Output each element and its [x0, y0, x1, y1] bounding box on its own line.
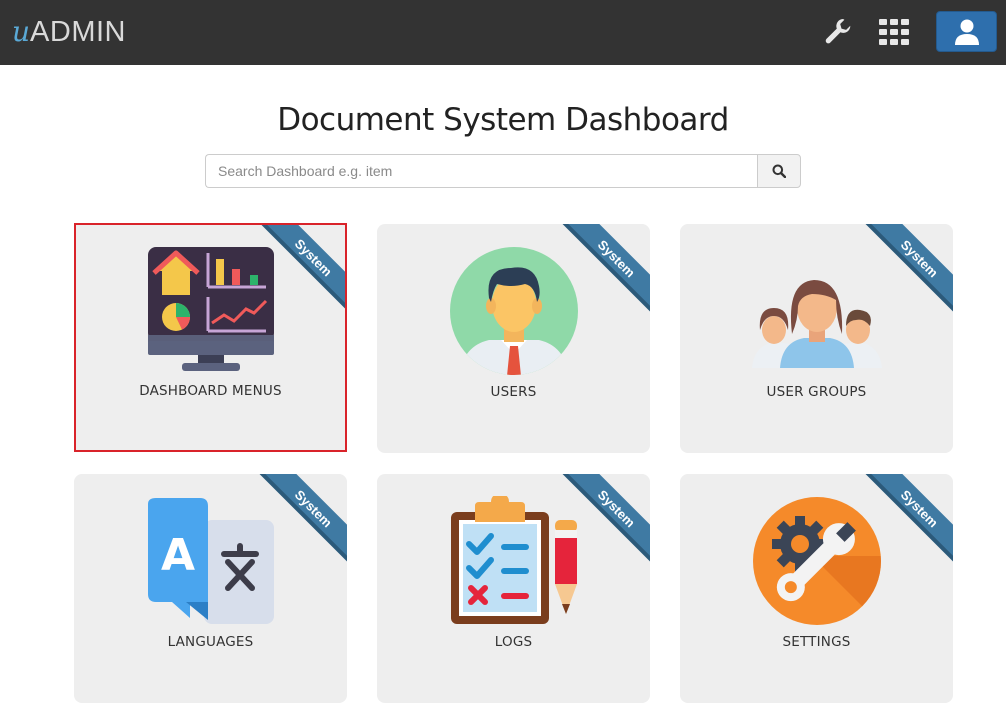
tile-languages[interactable]: System A LANGUAGES — [74, 474, 347, 703]
tile-label: USER GROUPS — [766, 384, 867, 400]
search-icon — [772, 164, 786, 178]
tile-label: DASHBOARD MENUS — [139, 383, 282, 399]
search-input[interactable] — [205, 154, 757, 188]
page-title: Document System Dashboard — [277, 102, 729, 138]
dashboard-monitor-icon — [148, 247, 274, 371]
search-bar — [205, 154, 801, 188]
user-avatar-icon — [450, 247, 578, 375]
top-navbar: u ADMIN — [0, 0, 1006, 65]
tile-settings[interactable]: System SETTINGS — [680, 474, 953, 703]
wrench-icon[interactable] — [820, 14, 856, 50]
grid-icon[interactable] — [876, 14, 912, 50]
tile-users[interactable]: System USERS — [377, 224, 650, 453]
translate-icon: A — [148, 498, 274, 624]
tile-label: LOGS — [494, 634, 533, 650]
tile-logs[interactable]: System LOGS — [377, 474, 650, 703]
tile-user-groups[interactable]: System USER GROUPS — [680, 224, 953, 453]
tile-dashboard-menus[interactable]: System DASHBOARD MENUS — [74, 223, 347, 452]
clipboard-checklist-icon — [451, 496, 577, 624]
app-logo[interactable]: u ADMIN — [12, 14, 126, 50]
logo-text: ADMIN — [30, 15, 126, 48]
user-group-icon — [752, 280, 882, 368]
svg-text:A: A — [161, 530, 195, 581]
wrench-gear-icon — [753, 497, 881, 625]
search-button[interactable] — [757, 154, 801, 188]
tile-label: USERS — [490, 384, 537, 400]
tile-label: SETTINGS — [782, 634, 851, 650]
user-icon — [954, 19, 979, 45]
logo-mark: u — [12, 15, 30, 48]
tile-label: LANGUAGES — [167, 634, 254, 650]
user-menu-button[interactable] — [936, 11, 997, 52]
